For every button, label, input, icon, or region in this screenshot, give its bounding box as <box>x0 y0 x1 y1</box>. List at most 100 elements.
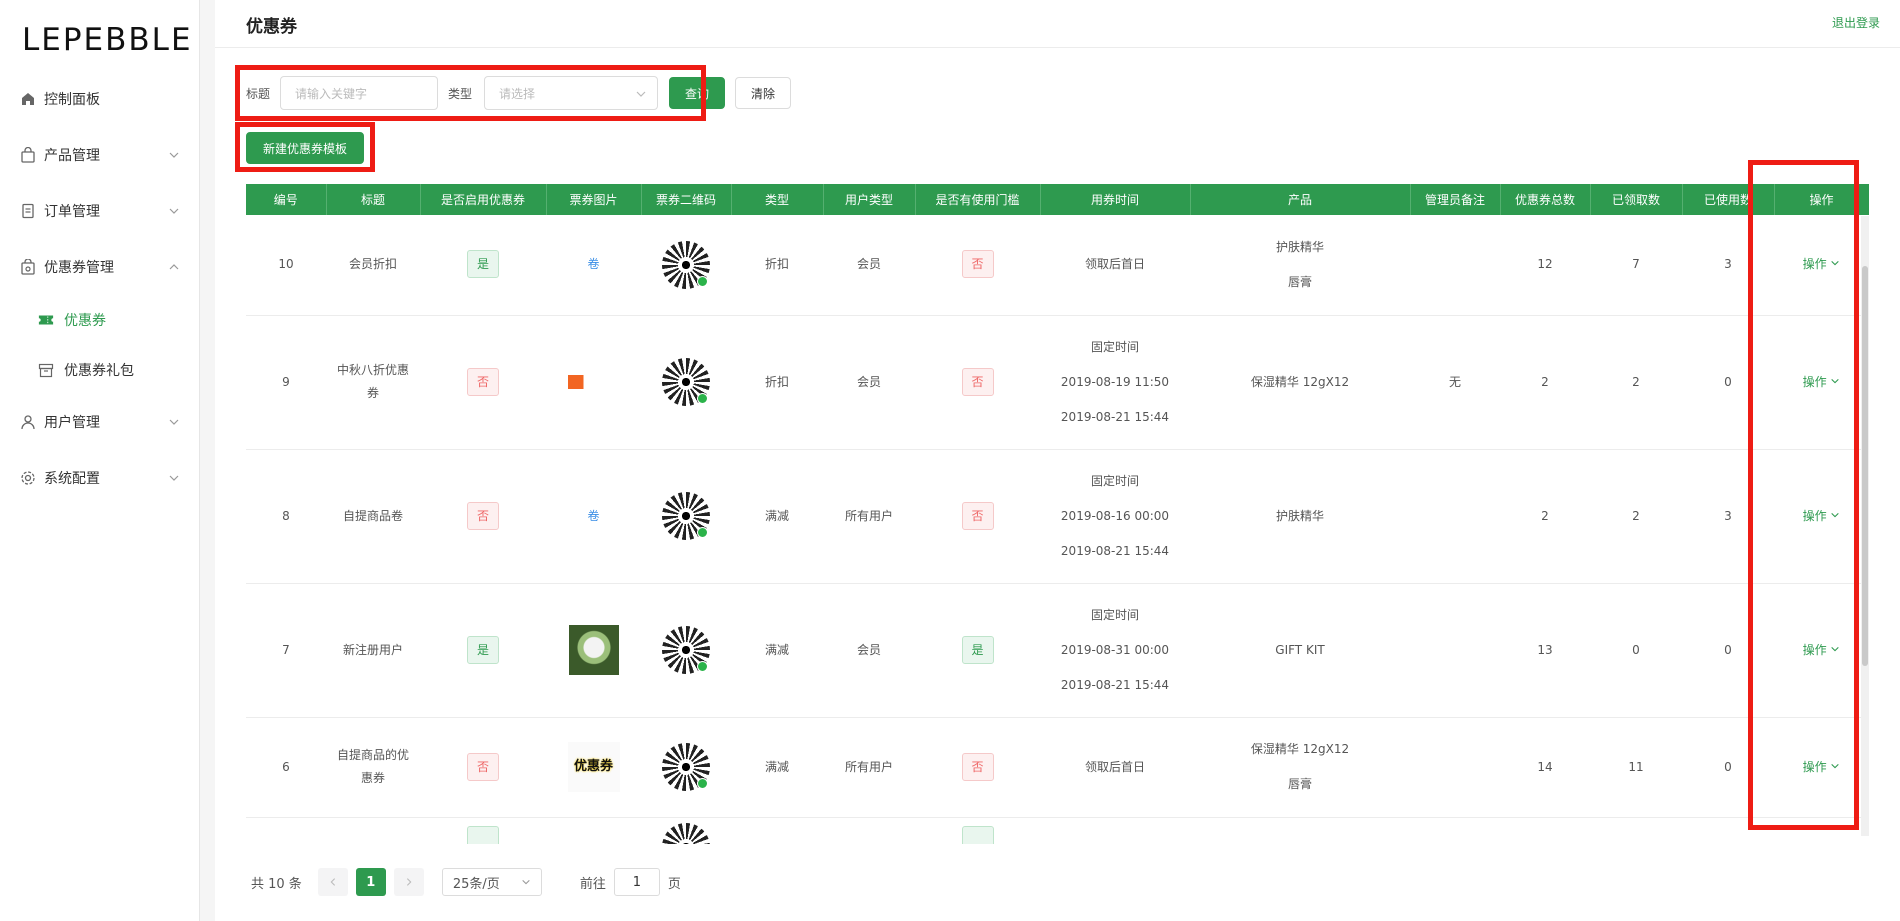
user-icon <box>20 414 36 430</box>
logout-link[interactable]: 退出登录 <box>1832 14 1880 31</box>
time-line: 领取后首日 <box>1084 257 1145 272</box>
cell-time: 固定时间 2019-08-19 11:50 2019-08-21 15:44 <box>1040 315 1190 450</box>
bag-icon <box>20 147 36 163</box>
highlight-box-new-button <box>235 122 375 172</box>
chevron-down-icon <box>168 205 180 217</box>
cell-note <box>1410 717 1500 818</box>
cell-received: 7 <box>1590 215 1682 316</box>
main-area: 优惠券 退出登录 标题 请输入关键字 类型 请选择 查询 清除 新建优惠券模板 <box>215 0 1900 921</box>
product-line: 护肤精华 <box>1275 508 1324 523</box>
sidebar-item-label: 优惠券礼包 <box>64 363 134 379</box>
product-line: 保湿精华 12gX12 <box>1250 374 1350 389</box>
table-scrollbar[interactable] <box>1861 216 1869 836</box>
enabled-badge: 否 <box>467 752 499 781</box>
table-row: 10 会员折扣 是 卷 折扣 会员 否 领取后首日 护肤精华唇膏 12 7 3 <box>246 215 1869 316</box>
sidebar-item-coupon-packs[interactable]: 优惠券礼包 <box>0 350 200 390</box>
time-line: 2019-08-16 00:00 <box>1060 508 1170 523</box>
sidebar-item-coupons[interactable]: 优惠券 <box>0 300 200 340</box>
box-icon <box>38 362 54 378</box>
scrollbar-thumb[interactable] <box>1862 266 1868 666</box>
goto-page-input[interactable]: 1 <box>613 868 660 896</box>
enabled-badge: 是 <box>467 250 499 279</box>
coupon-image-thumb: 卷 <box>587 508 600 523</box>
coupon-image-thumb: 卷 <box>587 257 600 272</box>
cell-title: 自提商品的优 惠券 <box>326 717 420 818</box>
cell-time: 领取后首日 <box>1040 215 1190 316</box>
cell-threshold: 否 <box>915 315 1040 450</box>
time-line: 2019-08-21 15:44 <box>1060 543 1170 558</box>
time-line: 固定时间 <box>1090 607 1139 622</box>
page-number-current[interactable]: 1 <box>355 868 386 896</box>
highlight-box-actions-column <box>1748 160 1859 830</box>
cell-type: 满减 <box>731 717 823 818</box>
cell-title: 会员折扣 <box>326 215 420 316</box>
column-header: 管理员备注 <box>1410 184 1501 215</box>
sidebar-item-label: 优惠券管理 <box>44 260 114 276</box>
cell-products: 保湿精华 12gX12 唇膏 <box>1190 717 1410 818</box>
sidebar-item-users[interactable]: 用户管理 <box>0 402 200 442</box>
cell-received: 11 <box>1590 717 1682 818</box>
page-size-select[interactable]: 25条/页 <box>441 868 542 896</box>
document-icon <box>20 203 36 219</box>
column-header: 类型 <box>731 184 824 215</box>
qr-code-image <box>662 240 710 289</box>
cell-enabled: 否 <box>420 717 546 818</box>
cell-enabled: 是 <box>420 215 546 316</box>
coupon-image-flower <box>568 625 619 675</box>
time-line: 固定时间 <box>1090 339 1139 354</box>
goto-label: 前往 <box>579 876 606 892</box>
column-header: 优惠券总数 <box>1500 184 1591 215</box>
title-line: 自提商品卷 <box>342 508 403 523</box>
cell-title: 新注册用户 <box>326 583 420 718</box>
column-header: 用户类型 <box>823 184 916 215</box>
chevron-down-icon <box>168 149 180 161</box>
cell-title: 中秋八折优惠券 <box>326 315 420 450</box>
cell-id: 10 <box>246 215 326 316</box>
cell-qrcode <box>641 717 731 818</box>
cell-qrcode <box>641 583 731 718</box>
prev-page-button[interactable] <box>317 868 348 896</box>
cell-time: 固定时间 2019-08-16 00:00 2019-08-21 15:44 <box>1040 449 1190 584</box>
chevron-down-icon <box>168 472 180 484</box>
sidebar-item-label: 系统配置 <box>44 471 100 487</box>
cell-id: 7 <box>246 583 326 718</box>
sidebar-item-system-settings[interactable]: 系统配置 <box>0 458 200 498</box>
column-header: 用券时间 <box>1040 184 1191 215</box>
coupon-bag-icon <box>20 259 36 275</box>
column-header: 产品 <box>1190 184 1411 215</box>
sidebar-item-label: 产品管理 <box>44 148 100 164</box>
cell-title: 自提商品卷 <box>326 449 420 584</box>
product-line: 保湿精华 12gX12 <box>1250 742 1350 756</box>
qr-code-image <box>662 823 710 844</box>
next-page-button[interactable] <box>393 868 424 896</box>
cell-qrcode <box>641 315 731 450</box>
sidebar-item-products[interactable]: 产品管理 <box>0 135 200 175</box>
cell-id: 8 <box>246 449 326 584</box>
cell-type: 满减 <box>731 583 823 718</box>
cell-enabled: 否 <box>420 315 546 450</box>
sidebar-item-dashboard[interactable]: 控制面板 <box>0 79 200 119</box>
cell-image <box>546 583 641 718</box>
cell-time: 固定时间 2019-08-31 00:00 2019-08-21 15:44 <box>1040 583 1190 718</box>
product-line: 护肤精华 <box>1275 239 1324 254</box>
cell-total: 12 <box>1500 215 1590 316</box>
sidebar-item-orders[interactable]: 订单管理 <box>0 191 200 231</box>
app-logo: LEPEBBLE <box>22 22 193 58</box>
sidebar-item-label: 控制面板 <box>44 92 100 108</box>
page-size-value: 25条/页 <box>452 876 500 892</box>
cell-enabled: 是 <box>420 583 546 718</box>
enabled-badge: 否 <box>467 367 499 396</box>
column-header: 编号 <box>246 184 327 215</box>
sidebar-item-coupon-management[interactable]: 优惠券管理 <box>0 247 200 287</box>
table-row: 9 中秋八折优惠券 否 折扣 会员 否 固定时间 2019-08-19 11:50… <box>246 315 1869 450</box>
chevron-left-icon <box>330 878 335 886</box>
cell-user-type: 所有用户 <box>823 717 915 818</box>
sidebar: LEPEBBLE 控制面板 产品管理 订单管理 优惠券管理 优惠券 优惠券礼包 … <box>0 0 200 921</box>
cell-user-type: 所有用户 <box>823 449 915 584</box>
threshold-badge: 否 <box>961 501 994 530</box>
clear-button[interactable]: 清除 <box>735 77 792 109</box>
cell-user-type: 会员 <box>823 315 915 450</box>
content-panel: 标题 请输入关键字 类型 请选择 查询 清除 新建优惠券模板 编号 标题 是否启… <box>215 48 1900 921</box>
cell-user-type: 会员 <box>823 215 915 316</box>
cell-type: 满减 <box>731 449 823 584</box>
